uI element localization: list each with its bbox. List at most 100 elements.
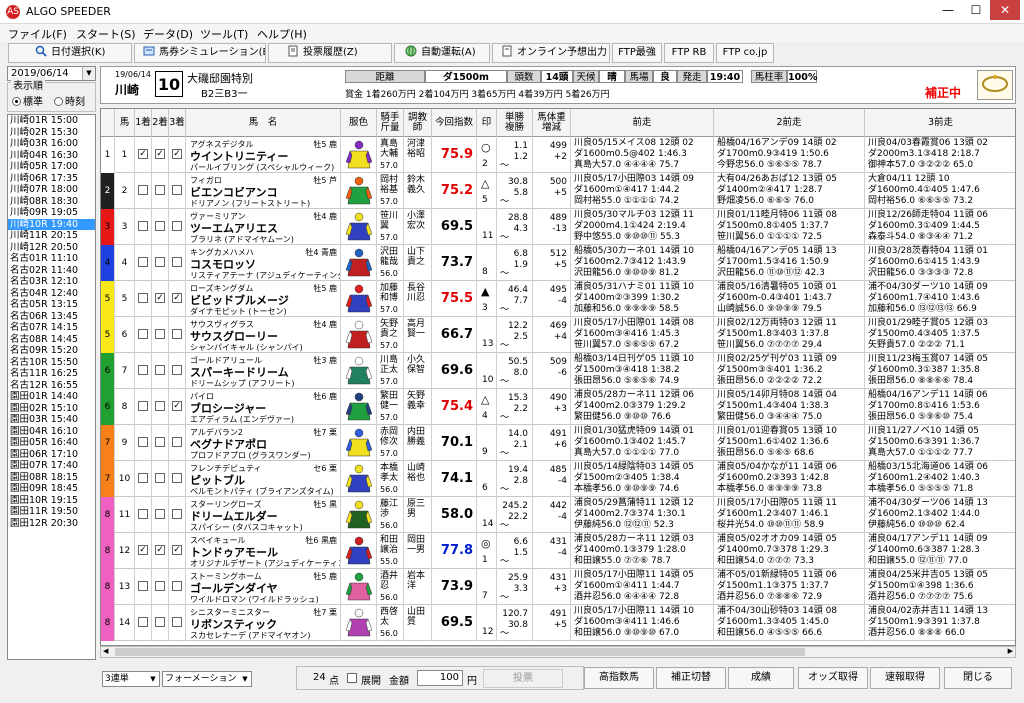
past-race-2-cell[interactable]: 川良02/12万両特03 12頭 11 ダ1500m1.8③403 1:37.8… [714,317,865,353]
mark-cell[interactable]: ○ 2 [477,137,497,173]
third-place-checkbox[interactable] [172,257,182,267]
third-place-checkbox[interactable] [172,581,182,591]
past-race-3-cell[interactable]: 川良12/26師走特04 11頭 06 ダ1600m0.3①409 1:44.5… [865,209,1015,245]
correction-toggle-button[interactable]: 補正切替 [656,667,726,689]
horse-name-cell[interactable]: アグネスデジタル 牡5 鹿 ウイントリニティー パールイブリング (スペシャルウ… [186,137,341,173]
past-race-3-cell[interactable]: 船橋03/15北海道06 14頭 06 ダ1600m1.2④402 1:40.3… [865,461,1015,497]
race-list-item[interactable]: 川崎10R 19:40 [8,218,95,230]
menu-help[interactable]: ヘルプ(H) [257,26,307,42]
horizontal-scrollbar[interactable]: ◀ ▶ [100,646,1016,658]
race-list-item[interactable]: 園田08R 18:15 [8,472,95,484]
dropdown-arrow-icon[interactable]: ▼ [82,67,95,80]
past-race-2-cell[interactable]: 川良01/11睦月特06 11頭 08 ダ1500m0.8①405 1:37.7… [714,209,865,245]
date-select-button[interactable]: 日付選択(K) [8,43,132,63]
race-list-item[interactable]: 川崎09R 19:05 [8,207,95,219]
past-race-3-cell[interactable]: 川良03/28茨春特04 11頭 01 ダ1600m0.6①415 1:43.9… [865,245,1015,281]
horse-name-cell[interactable]: ストーミングホーム 牡5 鹿 ゴールデンダイヤ ワイルドロマン (ワイルドラッシ… [186,569,341,605]
mark-cell[interactable]: 10 [477,353,497,389]
horse-row[interactable]: 56 サウスヴィグラス 牡4 鹿 サウスグローリー シャンパイキャル (シャンパ… [101,317,1015,353]
past-race-3-cell[interactable]: 大倉04/11 12頭 10 ダ1600m0.4①405 1:47.6 岡村裕5… [865,173,1015,209]
mark-cell[interactable]: 12 [477,605,497,641]
race-list-item[interactable]: 園田12R 20:30 [8,518,95,530]
horse-name-cell[interactable]: ゴールドアリュール 牡3 鹿 スパーキードリーム ドリームシップ (アフリート) [186,353,341,389]
first-place-checkbox[interactable] [138,509,148,519]
mark-cell[interactable]: 11 [477,209,497,245]
past-race-1-cell[interactable]: 川良05/17小田際03 14頭 09 ダ1600m①④417 1:44.2 岡… [571,173,714,209]
mark-cell[interactable]: 8 [477,245,497,281]
mark-cell[interactable]: △ 5 [477,173,497,209]
results-button[interactable]: 成績 [728,667,794,689]
third-place-checkbox[interactable]: ✓ [172,401,182,411]
second-place-checkbox[interactable] [155,581,165,591]
race-list-item[interactable]: 園田01R 14:40 [8,391,95,403]
third-place-checkbox[interactable] [172,437,182,447]
horse-row[interactable]: 44 キングカメハメハ 牡4 青鹿 コスモロッソ リスティアテーナ (アジュディ… [101,245,1015,281]
past-race-2-cell[interactable]: 船橋04/16アンデ09 14頭 02 ダ1700m0.9③419 1:50.6… [714,137,865,173]
race-list-item[interactable]: 名古01R 11:10 [8,253,95,265]
scrollbar-thumb[interactable] [115,648,805,656]
ftp-cojp-button[interactable]: FTP co.jp [716,43,774,63]
first-place-checkbox[interactable] [138,257,148,267]
first-place-checkbox[interactable] [138,293,148,303]
first-place-checkbox[interactable]: ✓ [138,149,148,159]
online-prediction-button[interactable]: オンライン予想出力 [492,43,610,63]
third-place-checkbox[interactable] [172,185,182,195]
race-list-item[interactable]: 川崎04R 16:30 [8,150,95,162]
race-list-item[interactable]: 川崎07R 18:00 [8,184,95,196]
past-race-2-cell[interactable]: 浦不04/30山砂特03 14頭 08 ダ1600m1.3③405 1:45.0… [714,605,865,641]
race-list-item[interactable]: 名古11R 16:25 [8,368,95,380]
past-race-1-cell[interactable]: 浦良05/29菖蒲特11 12頭 12 ダ1400m2.7③374 1:30.1… [571,497,714,533]
third-place-checkbox[interactable]: ✓ [172,545,182,555]
bet-type-select[interactable]: 3連単 ▼ [102,671,160,687]
past-race-1-cell[interactable]: 浦良05/28カーネ11 12頭 03 ダ1400m0.1③379 1:28.0… [571,533,714,569]
horse-row[interactable]: 7 10 フレンチデピュティ セ6 栗 ピットブル ベルモントパティ (ブライアン… [101,461,1015,497]
past-race-1-cell[interactable]: 船橋05/30カーネ01 14頭 10 ダ1600m2.7③412 1:43.9… [571,245,714,281]
close-window-button[interactable]: ✕ [990,0,1020,20]
past-race-3-cell[interactable]: 川良04/03春霞賞06 13頭 02 ダ2000m3.1③418 2:18.7… [865,137,1015,173]
race-list-item[interactable]: 川崎12R 20:50 [8,242,95,254]
past-race-2-cell[interactable]: 川良05/17小田際05 11頭 11 ダ1600m1.2③407 1:46.1… [714,497,865,533]
past-race-2-cell[interactable]: 浦不05/01新緑特05 11頭 06 ダ1500m1.1③375 1:37.7… [714,569,865,605]
close-button[interactable]: 閉じる [944,667,1012,689]
past-race-1-cell[interactable]: 川良05/30マルチ03 12頭 11 ダ2000m4.1①424 2:19.4… [571,209,714,245]
first-place-checkbox[interactable] [138,221,148,231]
past-race-3-cell[interactable]: 浦良04/02赤井吉11 14頭 13 ダ1500m1.9③391 1:37.8… [865,605,1015,641]
race-list-item[interactable]: 園田11R 19:50 [8,506,95,518]
third-place-checkbox[interactable] [172,617,182,627]
mark-cell[interactable]: 9 [477,425,497,461]
second-place-checkbox[interactable] [155,329,165,339]
past-race-1-cell[interactable]: 浦良05/28カーネ11 12頭 06 ダ1400m2.0③379 1:29.2… [571,389,714,425]
race-list-item[interactable]: 名古03R 12:10 [8,276,95,288]
race-list-item[interactable]: 名古05R 13:15 [8,299,95,311]
horse-name-cell[interactable]: スターリングローズ 牡5 黒 ドリームエルダー スパイシー (タバスコキャット) [186,497,341,533]
horse-name-cell[interactable]: サウスヴィグラス 牡4 鹿 サウスグローリー シャンパイキャル (シャンパイ) [186,317,341,353]
third-place-checkbox[interactable]: ✓ [172,293,182,303]
mark-cell[interactable]: △ 4 [477,389,497,425]
past-race-3-cell[interactable]: 川良01/29睦子賞05 12頭 03 ダ1500m0.4③405 1:37.5… [865,317,1015,353]
horse-row[interactable]: 8 14 シニスターミニスター 牡7 栗 リボンスティック スカセレナーデ (アド… [101,605,1015,641]
horse-row[interactable]: 22 フィガロ 牡5 芦 ビエンコビアンコ ドリアノン (フリートストリート) … [101,173,1015,209]
get-flash-button[interactable]: 速報取得 [870,667,940,689]
first-place-checkbox[interactable] [138,437,148,447]
race-list-item[interactable]: 川崎05R 17:00 [8,161,95,173]
menu-file[interactable]: ファイル(F) [8,26,67,42]
mark-cell[interactable]: ◎ 1 [477,533,497,569]
third-place-checkbox[interactable] [172,329,182,339]
race-list-item[interactable]: 名古08R 14:45 [8,334,95,346]
second-place-checkbox[interactable]: ✓ [155,149,165,159]
race-list-item[interactable]: 川崎08R 18:30 [8,196,95,208]
first-place-checkbox[interactable] [138,581,148,591]
race-list-item[interactable]: 川崎11R 20:15 [8,230,95,242]
horse-name-cell[interactable]: キングカメハメハ 牡4 青鹿 コスモロッソ リスティアテーナ (アジュディケーテ… [186,245,341,281]
horse-row[interactable]: 79 アルデバラン2 牡7 栗 ベグナドアポロ プロフドアプロ (グラスワンダー… [101,425,1015,461]
race-list-item[interactable]: 川崎03R 16:00 [8,138,95,150]
past-race-3-cell[interactable]: 浦不04/30ダーツ06 14頭 13 ダ1600m2.1③402 1:44.0… [865,497,1015,533]
past-race-2-cell[interactable]: 川良05/14卯月特08 14頭 04 ダ1500m1.4③404 1:38.3… [714,389,865,425]
past-race-3-cell[interactable]: 浦良04/25米井吉05 13頭 05 ダ1500m①④398 1:36.6 酒… [865,569,1015,605]
auto-run-button[interactable]: 自動運転(A) [394,43,490,63]
vote-history-button[interactable]: 投票履歴(Z) [268,43,392,63]
past-race-1-cell[interactable]: 川良05/17小田際11 14頭 05 ダ1600m①④411 1:44.7 酒… [571,569,714,605]
second-place-checkbox[interactable] [155,257,165,267]
horse-name-cell[interactable]: フィガロ 牡5 芦 ビエンコビアンコ ドリアノン (フリートストリート) [186,173,341,209]
third-place-checkbox[interactable] [172,509,182,519]
